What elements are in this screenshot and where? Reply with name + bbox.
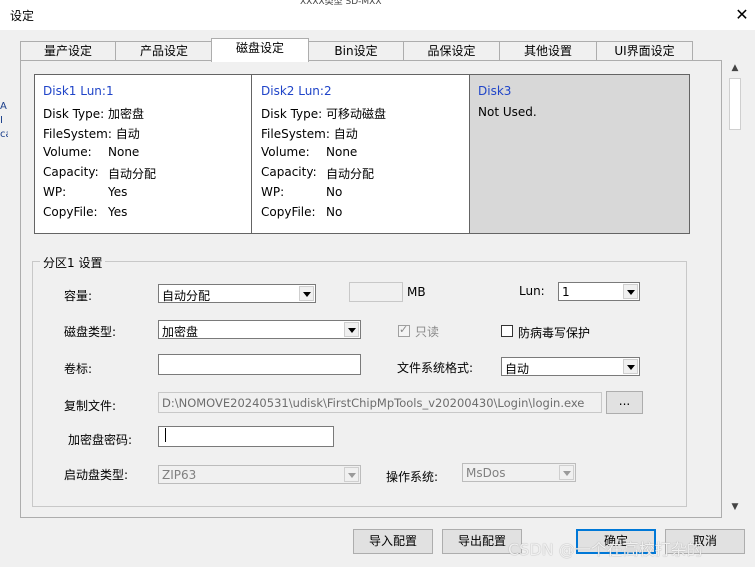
capacity-select-value: 自动分配 xyxy=(162,289,211,303)
copy-file-label: 复制文件: xyxy=(64,399,117,413)
disk2-value: 自动 xyxy=(333,127,358,141)
disk2-key: WP: xyxy=(261,185,285,199)
chevron-down-icon xyxy=(344,467,359,482)
tab-other[interactable]: 其他设置 xyxy=(499,41,597,61)
disk1-key: FileSystem: xyxy=(43,127,112,141)
background-strip-text: I xyxy=(0,115,3,126)
text-caret xyxy=(165,428,166,442)
scroll-down-icon[interactable]: ▼ xyxy=(730,502,740,512)
disk2-key: FileSystem: xyxy=(261,127,330,141)
tab-mass-production[interactable]: 量产设定 xyxy=(20,41,116,61)
fs-select[interactable]: 自动 xyxy=(501,357,640,376)
volume-input[interactable] xyxy=(158,354,361,375)
password-label: 加密盘密码: xyxy=(68,433,133,447)
tab-ui[interactable]: UI界面设定 xyxy=(596,41,693,61)
copy-file-input[interactable]: D:\NOMOVE20240531\udisk\FirstChipMpTools… xyxy=(158,392,602,413)
disk1-value: 自动分配 xyxy=(108,167,157,181)
disk1-value: None xyxy=(108,145,140,159)
disk1-column[interactable]: Disk1 Lun:1 Disk Type: 加密盘 FileSystem: 自… xyxy=(35,75,251,233)
os-select[interactable]: MsDos xyxy=(462,463,576,482)
os-select-value: MsDos xyxy=(466,466,506,480)
disk1-value: Yes xyxy=(108,205,128,219)
lun-select[interactable]: 1 xyxy=(558,282,640,301)
background-window-title: XXXX类型 SD-MXX xyxy=(300,0,382,6)
disk1-key: WP: xyxy=(43,185,67,199)
tab-product[interactable]: 产品设定 xyxy=(115,41,213,61)
partition-group-title: 分区1 设置 xyxy=(40,254,106,271)
os-label: 操作系统: xyxy=(386,470,439,484)
lun-select-value: 1 xyxy=(562,285,570,299)
disk1-key: CopyFile: xyxy=(43,205,98,219)
watermark: CSDN @一个在高校打杂的 xyxy=(508,540,703,559)
disk1-value: 加密盘 xyxy=(108,107,145,121)
disk3-status: Not Used. xyxy=(478,105,537,119)
copy-file-path: D:\NOMOVE20240531\udisk\FirstChipMpTools… xyxy=(162,396,585,410)
background-strip-text: ca xyxy=(0,129,8,140)
chevron-down-icon xyxy=(623,284,638,299)
antivirus-label: 防病毒写保护 xyxy=(518,326,591,340)
chevron-down-icon xyxy=(623,359,638,374)
background-window-strip: A I ca xyxy=(0,100,8,160)
readonly-checkbox[interactable]: ✓ xyxy=(398,323,410,337)
disk2-key: Capacity: xyxy=(261,165,317,179)
disk2-key: CopyFile: xyxy=(261,205,316,219)
disk3-column[interactable]: Disk3 Not Used. xyxy=(470,75,689,233)
disk-divider xyxy=(251,75,252,233)
boot-type-label: 启动盘类型: xyxy=(64,468,129,482)
password-input[interactable] xyxy=(158,426,334,447)
disk2-value: No xyxy=(326,205,343,219)
boot-type-select[interactable]: ZIP63 xyxy=(158,465,361,484)
disk1-header: Disk1 Lun:1 xyxy=(43,84,114,98)
fs-select-value: 自动 xyxy=(505,362,530,376)
disk-type-select-value: 加密盘 xyxy=(162,325,199,339)
disk-summary-box: Disk1 Lun:1 Disk Type: 加密盘 FileSystem: 自… xyxy=(34,74,690,234)
disk1-value: Yes xyxy=(108,185,128,199)
disk2-key: Disk Type: xyxy=(261,107,323,121)
disk2-value: No xyxy=(326,185,343,199)
disk2-value: 可移动磁盘 xyxy=(326,107,387,121)
lun-label: Lun: xyxy=(519,284,545,298)
disk3-header: Disk3 xyxy=(478,84,512,98)
close-icon: ✕ xyxy=(735,5,749,24)
browse-button[interactable]: ... xyxy=(606,391,643,414)
disk1-value: 自动 xyxy=(115,127,140,141)
tab-quality[interactable]: 品保设定 xyxy=(403,41,500,61)
mb-input[interactable] xyxy=(349,282,403,302)
capacity-label: 容量: xyxy=(64,289,93,303)
scroll-up-icon[interactable]: ▲ xyxy=(730,63,740,73)
capacity-select[interactable]: 自动分配 xyxy=(158,284,316,303)
disk-type-select[interactable]: 加密盘 xyxy=(158,320,361,339)
tab-bin[interactable]: Bin设定 xyxy=(308,41,404,61)
background-strip-text: A xyxy=(0,101,7,112)
close-button[interactable]: ✕ xyxy=(730,3,754,27)
checkmark-icon: ✓ xyxy=(399,323,409,336)
import-config-button[interactable]: 导入配置 xyxy=(353,529,433,554)
chevron-down-icon xyxy=(299,286,314,301)
chevron-down-icon xyxy=(344,322,359,337)
window-title: 设定 xyxy=(10,9,35,23)
antivirus-checkbox[interactable] xyxy=(501,325,513,337)
chevron-down-icon xyxy=(559,465,574,480)
fs-label: 文件系统格式: xyxy=(397,361,474,375)
boot-type-select-value: ZIP63 xyxy=(162,468,197,482)
disk2-header: Disk2 Lun:2 xyxy=(261,84,332,98)
tab-disk[interactable]: 磁盘设定 xyxy=(211,38,309,62)
disk2-value: None xyxy=(326,145,358,159)
disk2-key: Volume: xyxy=(261,145,310,159)
disk1-key: Volume: xyxy=(43,145,92,159)
disk2-column[interactable]: Disk2 Lun:2 Disk Type: 可移动磁盘 FileSystem:… xyxy=(253,75,469,233)
mb-unit-label: MB xyxy=(407,285,426,299)
disk2-value: 自动分配 xyxy=(326,167,375,181)
readonly-label: 只读 xyxy=(415,325,440,339)
volume-label: 卷标: xyxy=(64,362,93,376)
disk-type-label: 磁盘类型: xyxy=(64,325,117,339)
disk1-key: Disk Type: xyxy=(43,107,105,121)
scrollbar-thumb[interactable] xyxy=(729,78,741,130)
disk1-key: Capacity: xyxy=(43,165,99,179)
